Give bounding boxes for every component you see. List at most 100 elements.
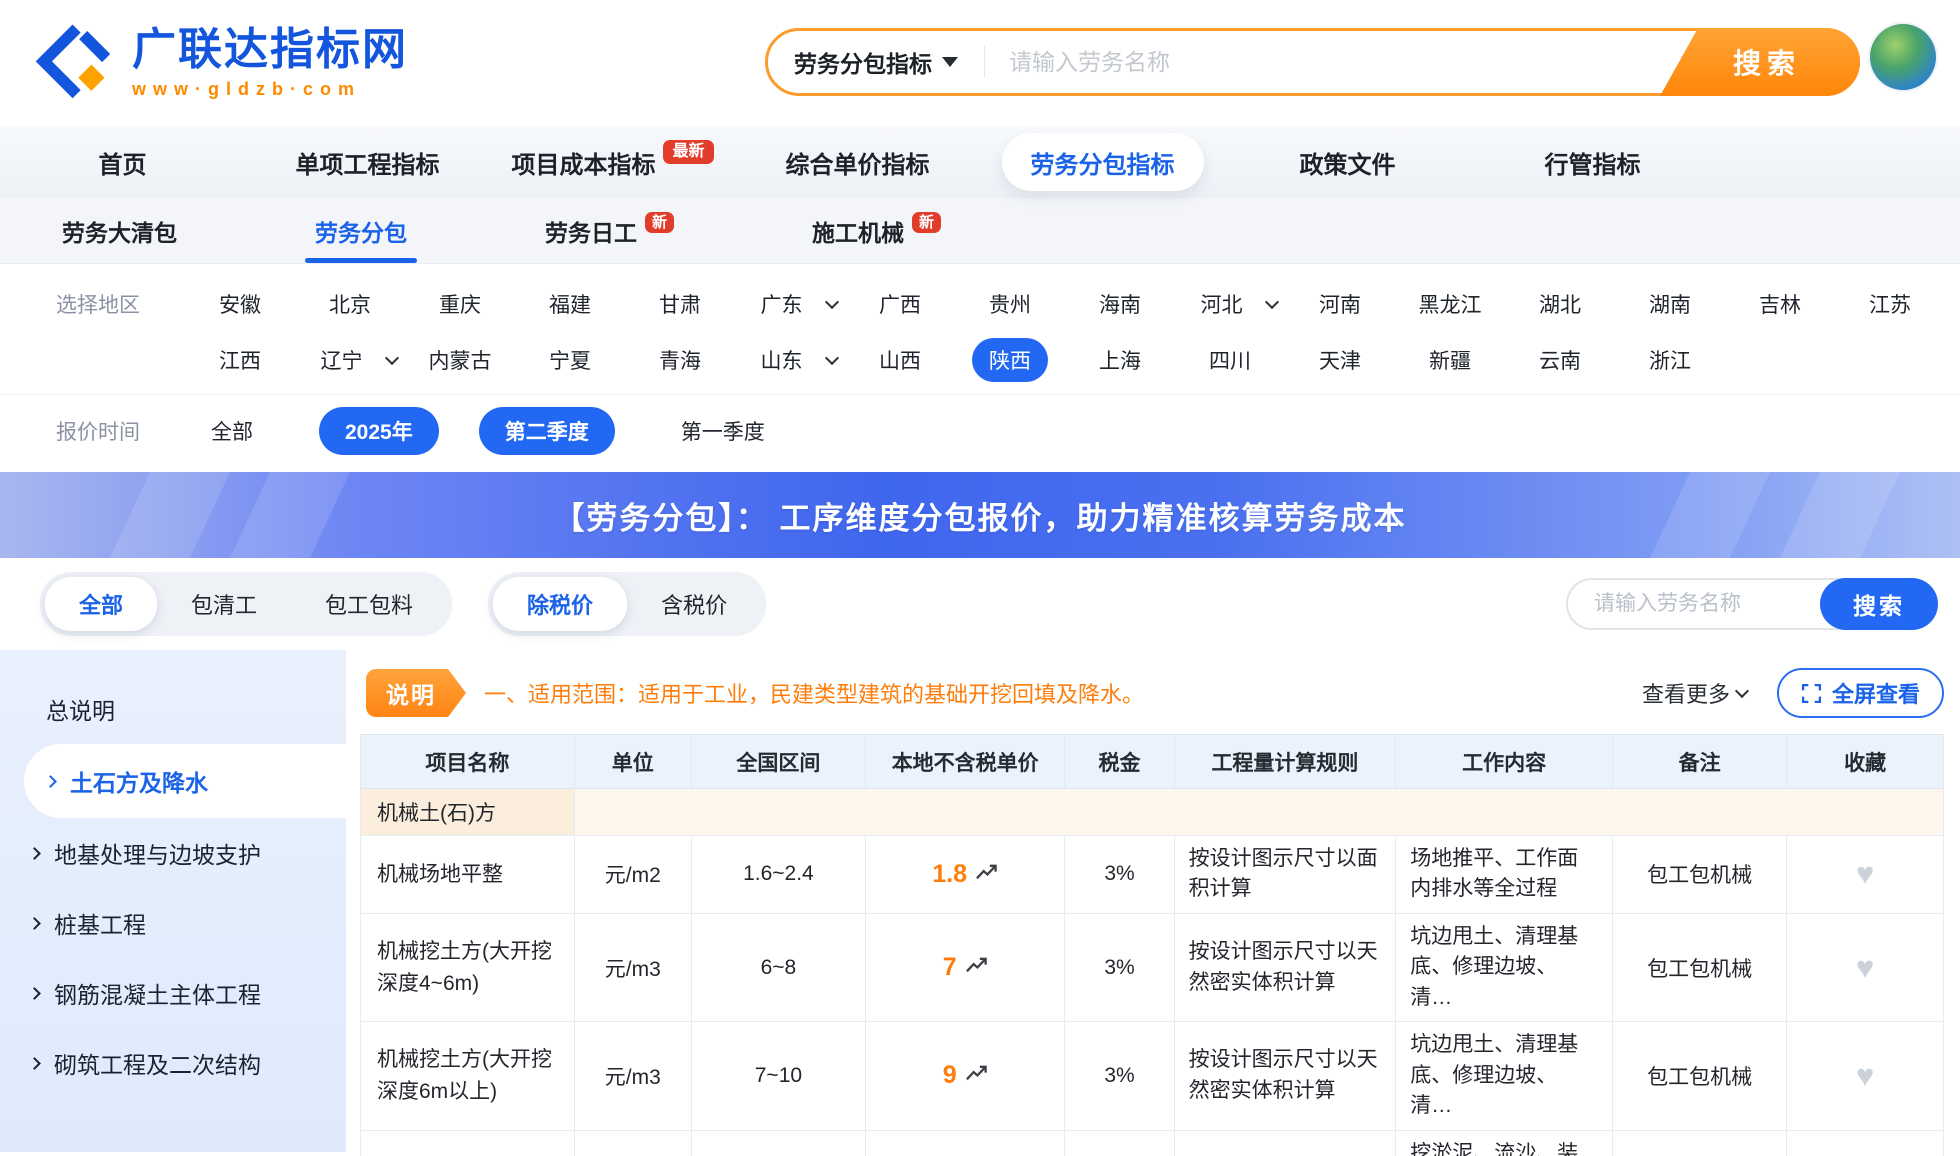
region-item[interactable]: 山西 <box>845 337 955 383</box>
region-item[interactable]: 海南 <box>1065 281 1175 327</box>
brand-text: 广联达指标网 www·gldzb·com <box>132 26 408 99</box>
column-header: 本地不含税单价 <box>865 735 1064 789</box>
chevron-down-icon <box>1735 684 1749 698</box>
time-label: 报价时间 <box>0 416 185 446</box>
region-item[interactable]: 广东 <box>735 281 845 327</box>
region-item[interactable]: 辽宁 <box>295 337 405 383</box>
region-item[interactable]: 浙江 <box>1615 337 1725 383</box>
region-item[interactable]: 上海 <box>1065 337 1175 383</box>
filter-tab[interactable]: 包清工 <box>157 577 291 631</box>
chevron-down-icon <box>1264 295 1278 309</box>
region-item[interactable]: 新疆 <box>1395 337 1505 383</box>
region-item[interactable]: 吉林 <box>1725 281 1835 327</box>
region-item[interactable]: 北京 <box>295 281 405 327</box>
data-table: 项目名称单位全国区间本地不含税单价税金工程量计算规则工作内容备注收藏 机械土(石… <box>360 734 1944 1156</box>
filter-tab[interactable]: 除税价 <box>493 577 627 631</box>
region-item-label: 黑龙江 <box>1402 282 1499 326</box>
region-item-label: 云南 <box>1522 338 1598 382</box>
heart-icon[interactable]: ♥ <box>1856 1058 1874 1093</box>
header-search-input[interactable] <box>985 49 1652 76</box>
region-item[interactable]: 云南 <box>1505 337 1615 383</box>
region-row-1: 安徽北京重庆福建甘肃广东广西贵州海南河北河南黑龙江湖北湖南吉林江苏 <box>185 281 1945 327</box>
region-item-label: 新疆 <box>1412 338 1488 382</box>
nav-item-label: 首页 <box>99 145 147 180</box>
logo[interactable]: 广联达指标网 www·gldzb·com <box>34 22 408 104</box>
region-item[interactable]: 陕西 <box>955 337 1065 383</box>
sidebar-item[interactable]: 总说明 <box>0 674 346 744</box>
user-avatar[interactable] <box>1870 24 1936 90</box>
sidebar-item[interactable]: 钢筋混凝土主体工程 <box>0 958 346 1028</box>
subnav-item[interactable]: 劳务日工新 <box>545 198 674 263</box>
cell-unit: 元/m3 <box>574 1022 691 1130</box>
tax-tabs: 除税价含税价 <box>488 572 766 636</box>
cell-work-content: 挖淤泥、流沙、装车或堆放一边、移动… <box>1396 1130 1613 1156</box>
fullscreen-label: 全屏查看 <box>1832 677 1920 709</box>
cell-favorite: ♥ <box>1787 1130 1944 1156</box>
region-item-label: 陕西 <box>972 338 1048 382</box>
fullscreen-button[interactable]: 全屏查看 <box>1777 668 1944 718</box>
region-item[interactable]: 甘肃 <box>625 281 735 327</box>
filter-tab[interactable]: 含税价 <box>627 577 761 631</box>
nav-item[interactable]: 单项工程指标 <box>245 126 490 198</box>
sidebar-item[interactable]: 地基处理与边坡支护 <box>0 818 346 888</box>
trend-up-icon <box>965 955 988 978</box>
sidebar-item[interactable]: 砌筑工程及二次结构 <box>0 1028 346 1098</box>
main-nav: 首页 单项工程指标项目成本指标最新 综合单价指标 劳务分包指标政策文件行管指标 <box>0 126 1960 198</box>
column-header: 全国区间 <box>691 735 865 789</box>
region-item[interactable]: 天津 <box>1285 337 1395 383</box>
nav-item[interactable]: 劳务分包指标 <box>980 126 1225 198</box>
nav-item-label: 综合单价指标 <box>786 145 930 180</box>
view-more-label: 查看更多 <box>1642 677 1730 709</box>
region-item[interactable]: 贵州 <box>955 281 1065 327</box>
region-item[interactable]: 湖南 <box>1615 281 1725 327</box>
sidebar-item-label: 地基处理与边坡支护 <box>54 836 261 870</box>
list-search-button[interactable]: 搜索 <box>1820 578 1938 630</box>
time-items: 全部 2025年第二季度第一季度 <box>185 407 791 455</box>
region-item[interactable]: 黑龙江 <box>1395 281 1505 327</box>
region-item[interactable]: 福建 <box>515 281 625 327</box>
subnav-item[interactable]: 劳务分包 <box>315 198 407 263</box>
nav-item[interactable]: 首页 <box>0 126 245 198</box>
subnav-item[interactable]: 劳务大清包 <box>62 198 177 263</box>
cell-work-content: 场地推平、工作面内排水等全过程 <box>1396 836 1613 914</box>
region-item[interactable]: 重庆 <box>405 281 515 327</box>
region-item[interactable]: 山东 <box>735 337 845 383</box>
nav-item[interactable]: 政策文件 <box>1225 126 1470 198</box>
column-header: 收藏 <box>1787 735 1944 789</box>
region-item[interactable]: 四川 <box>1175 337 1285 383</box>
region-item[interactable]: 河北 <box>1175 281 1285 327</box>
region-item[interactable]: 江西 <box>185 337 295 383</box>
cell-local-price: 15 <box>865 1130 1064 1156</box>
search-category-dropdown[interactable]: 劳务分包指标 <box>768 45 984 79</box>
subnav-item[interactable]: 施工机械新 <box>812 198 941 263</box>
region-item[interactable]: 宁夏 <box>515 337 625 383</box>
time-filter-item[interactable]: 第一季度 <box>655 407 791 455</box>
time-filter-item[interactable]: 第二季度 <box>479 407 615 455</box>
region-item[interactable]: 安徽 <box>185 281 295 327</box>
time-filter-item[interactable]: 2025年 <box>319 407 439 455</box>
region-item[interactable]: 湖北 <box>1505 281 1615 327</box>
region-item[interactable]: 青海 <box>625 337 735 383</box>
time-filter-item[interactable]: 全部 <box>185 407 279 455</box>
heart-icon[interactable]: ♥ <box>1856 856 1874 891</box>
view-more[interactable]: 查看更多 <box>1642 677 1747 709</box>
region-item[interactable]: 广西 <box>845 281 955 327</box>
nav-item[interactable]: 综合单价指标 <box>735 126 980 198</box>
sidebar-item[interactable]: 土石方及降水 <box>24 744 346 818</box>
region-item[interactable]: 河南 <box>1285 281 1395 327</box>
filter-tab[interactable]: 包工包料 <box>291 577 447 631</box>
header-search-button[interactable]: 搜索 <box>1660 28 1860 96</box>
filter-tab[interactable]: 全部 <box>45 577 157 631</box>
region-item[interactable]: 江苏 <box>1835 281 1945 327</box>
cell-project-name: 机械挖土方(大开挖深度6m以上) <box>361 1022 575 1130</box>
sidebar-item[interactable]: 桩基工程 <box>0 888 346 958</box>
nav-item[interactable]: 行管指标 <box>1470 126 1715 198</box>
cell-tax: 3% <box>1065 1130 1174 1156</box>
filter-bar: 全部包清工包工包料 除税价含税价 搜索 <box>0 558 1960 650</box>
sidebar: 总说明土石方及降水地基处理与边坡支护桩基工程钢筋混凝土主体工程砌筑工程及二次结构 <box>0 650 346 1152</box>
heart-icon[interactable]: ♥ <box>1856 950 1874 985</box>
region-item[interactable]: 内蒙古 <box>405 337 515 383</box>
chevron-right-icon <box>28 987 41 1000</box>
banner-text: 【劳务分包】： 工序维度分包报价，助力精准核算劳务成本 <box>553 493 1406 538</box>
nav-item[interactable]: 项目成本指标最新 <box>490 126 735 198</box>
